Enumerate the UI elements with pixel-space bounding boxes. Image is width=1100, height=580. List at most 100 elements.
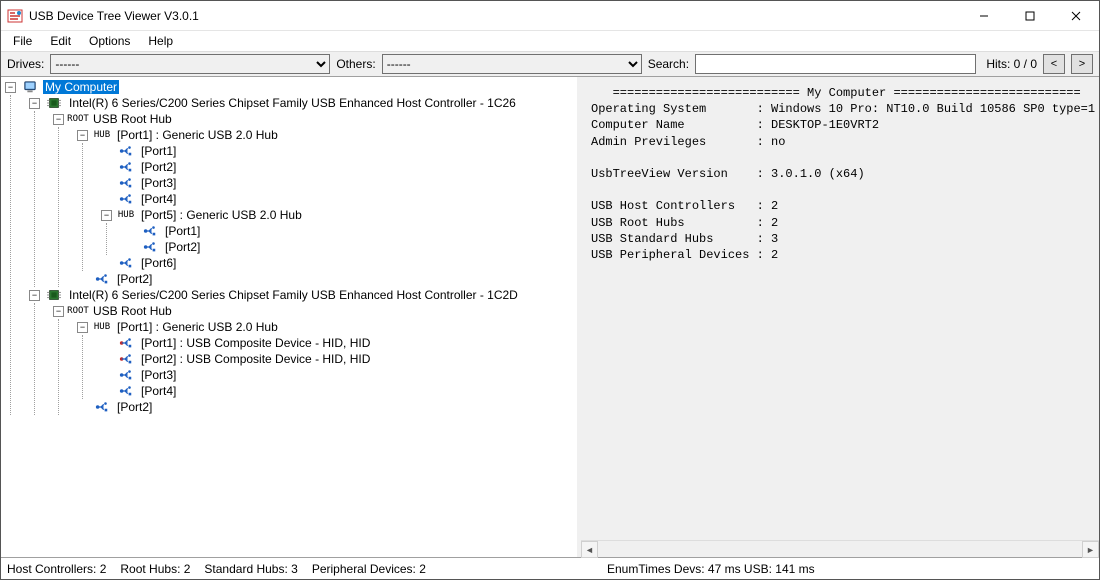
hub-icon: HUB: [92, 320, 112, 334]
horizontal-scrollbar[interactable]: ◄ ►: [581, 540, 1099, 557]
tree-label: [Port3]: [139, 368, 178, 382]
usb-port-icon: [92, 272, 112, 286]
tree-label: [Port4]: [139, 384, 178, 398]
others-label: Others:: [336, 57, 375, 71]
tree-port[interactable]: [Port3]: [101, 175, 575, 191]
close-button[interactable]: [1053, 1, 1099, 31]
tree-label: Intel(R) 6 Series/C200 Series Chipset Fa…: [67, 96, 518, 110]
usb-port-icon: [116, 256, 136, 270]
hub-icon: HUB: [116, 208, 136, 222]
usb-device-icon: [116, 352, 136, 366]
tree-label: USB Root Hub: [91, 304, 174, 318]
chip-icon: [44, 288, 64, 302]
tree-label: [Port2]: [115, 400, 154, 414]
collapse-icon[interactable]: −: [29, 290, 40, 301]
search-prev-button[interactable]: <: [1043, 54, 1065, 74]
tree-port[interactable]: [Port3]: [101, 367, 575, 383]
tree-host-controller[interactable]: − Intel(R) 6 Series/C200 Series Chipset …: [29, 287, 575, 303]
drives-select[interactable]: ------: [50, 54, 330, 74]
tree-port[interactable]: [Port2] : USB Composite Device - HID, HI…: [101, 351, 575, 367]
device-tree[interactable]: − My Computer − Intel(R) 6 Series/C200 S…: [1, 77, 581, 557]
root-hub-icon: ROOT: [68, 112, 88, 126]
others-select[interactable]: ------: [382, 54, 642, 74]
chip-icon: [44, 96, 64, 110]
tree-label: [Port1]: [139, 144, 178, 158]
root-hub-icon: ROOT: [68, 304, 88, 318]
app-icon: [7, 8, 23, 24]
status-standard-hubs: Standard Hubs: 3: [204, 562, 297, 576]
tree-label: [Port2] : USB Composite Device - HID, HI…: [139, 352, 372, 366]
computer-icon: [20, 80, 40, 94]
tree-port[interactable]: [Port2]: [77, 271, 575, 287]
tree-root[interactable]: − My Computer: [5, 79, 575, 95]
status-root-hubs: Root Hubs: 2: [120, 562, 190, 576]
scroll-track[interactable]: [598, 541, 1082, 557]
usb-port-icon: [116, 160, 136, 174]
menu-options[interactable]: Options: [81, 32, 138, 50]
tree-port[interactable]: [Port4]: [101, 191, 575, 207]
tree-hub-port[interactable]: − HUB [Port1] : Generic USB 2.0 Hub: [77, 127, 575, 143]
collapse-icon[interactable]: −: [77, 130, 88, 141]
tree-port[interactable]: [Port2]: [125, 239, 575, 255]
minimize-button[interactable]: [961, 1, 1007, 31]
tree-port[interactable]: [Port6]: [101, 255, 575, 271]
collapse-icon[interactable]: −: [77, 322, 88, 333]
scroll-left-icon[interactable]: ◄: [581, 541, 598, 558]
collapse-icon[interactable]: −: [5, 82, 16, 93]
toolbar: Drives: ------ Others: ------ Search: Hi…: [1, 51, 1099, 77]
search-next-button[interactable]: >: [1071, 54, 1093, 74]
menu-file[interactable]: File: [5, 32, 40, 50]
status-enum-times: EnumTimes Devs: 47 ms USB: 141 ms: [607, 562, 815, 576]
tree-host-controller[interactable]: − Intel(R) 6 Series/C200 Series Chipset …: [29, 95, 575, 111]
tree-port[interactable]: [Port1]: [125, 223, 575, 239]
statusbar: Host Controllers: 2 Root Hubs: 2 Standar…: [1, 557, 1099, 579]
tree-port[interactable]: [Port2]: [77, 399, 575, 415]
search-input[interactable]: [695, 54, 976, 74]
tree-label: [Port1] : Generic USB 2.0 Hub: [115, 320, 280, 334]
titlebar: USB Device Tree Viewer V3.0.1: [1, 1, 1099, 31]
tree-label: [Port4]: [139, 192, 178, 206]
search-hits: Hits: 0 / 0: [986, 57, 1037, 71]
tree-label: [Port1] : Generic USB 2.0 Hub: [115, 128, 280, 142]
tree-label: My Computer: [43, 80, 119, 94]
usb-port-icon: [140, 224, 160, 238]
tree-label: [Port1] : USB Composite Device - HID, HI…: [139, 336, 372, 350]
usb-port-icon: [116, 368, 136, 382]
collapse-icon[interactable]: −: [53, 306, 64, 317]
tree-port[interactable]: [Port1] : USB Composite Device - HID, HI…: [101, 335, 575, 351]
tree-hub-port[interactable]: − HUB [Port5] : Generic USB 2.0 Hub: [101, 207, 575, 223]
tree-port[interactable]: [Port2]: [101, 159, 575, 175]
tree-root-hub[interactable]: − ROOT USB Root Hub: [53, 111, 575, 127]
status-host-controllers: Host Controllers: 2: [7, 562, 106, 576]
window-title: USB Device Tree Viewer V3.0.1: [29, 9, 961, 23]
tree-label: [Port5] : Generic USB 2.0 Hub: [139, 208, 304, 222]
tree-hub-port[interactable]: − HUB [Port1] : Generic USB 2.0 Hub: [77, 319, 575, 335]
tree-label: [Port2]: [163, 240, 202, 254]
collapse-icon[interactable]: −: [53, 114, 64, 125]
status-peripheral-devices: Peripheral Devices: 2: [312, 562, 426, 576]
scroll-right-icon[interactable]: ►: [1082, 541, 1099, 558]
search-label: Search:: [648, 57, 689, 71]
collapse-icon[interactable]: −: [101, 210, 112, 221]
usb-port-icon: [116, 144, 136, 158]
drives-label: Drives:: [7, 57, 44, 71]
usb-device-icon: [116, 336, 136, 350]
tree-label: [Port6]: [139, 256, 178, 270]
tree-port[interactable]: [Port4]: [101, 383, 575, 399]
maximize-button[interactable]: [1007, 1, 1053, 31]
tree-label: [Port3]: [139, 176, 178, 190]
menubar: File Edit Options Help: [1, 31, 1099, 51]
menu-help[interactable]: Help: [140, 32, 181, 50]
usb-port-icon: [116, 384, 136, 398]
detail-text[interactable]: ========================== My Computer =…: [581, 77, 1099, 540]
tree-label: [Port2]: [139, 160, 178, 174]
collapse-icon[interactable]: −: [29, 98, 40, 109]
menu-edit[interactable]: Edit: [42, 32, 79, 50]
hub-icon: HUB: [92, 128, 112, 142]
tree-root-hub[interactable]: − ROOT USB Root Hub: [53, 303, 575, 319]
usb-port-icon: [92, 400, 112, 414]
tree-label: Intel(R) 6 Series/C200 Series Chipset Fa…: [67, 288, 520, 302]
tree-label: [Port2]: [115, 272, 154, 286]
tree-port[interactable]: [Port1]: [101, 143, 575, 159]
usb-port-icon: [116, 192, 136, 206]
